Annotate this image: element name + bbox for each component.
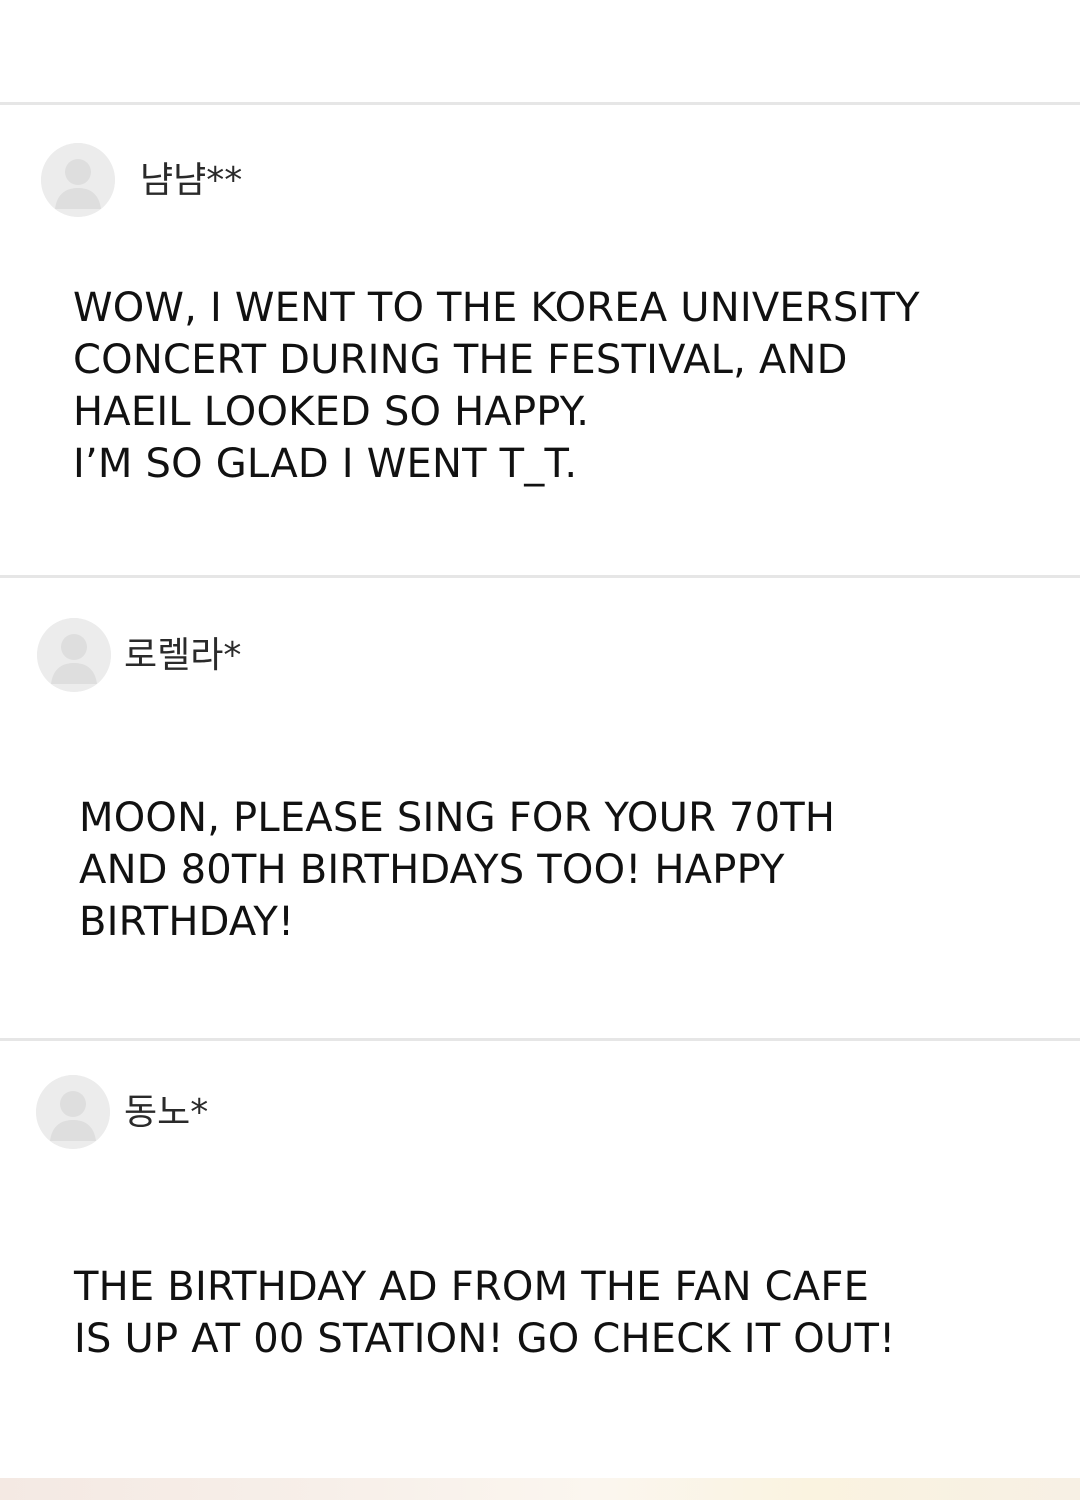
comment-username[interactable]: 냠냠** — [140, 161, 242, 201]
comment-item: 로렐라* MOON, PLEASE SING FOR YOUR 70TH AND… — [0, 578, 1080, 1038]
comment-item: 냠냠** WOW, I WENT TO THE KOREA UNIVERSITY… — [0, 105, 1080, 575]
user-avatar-icon[interactable] — [41, 143, 115, 217]
comment-text: THE BIRTHDAY AD FROM THE FAN CAFE IS UP … — [74, 1264, 896, 1362]
comment-username[interactable]: 로렐라* — [124, 636, 241, 676]
user-avatar-icon[interactable] — [37, 618, 111, 692]
comment-text: WOW, I WENT TO THE KOREA UNIVERSITY CONC… — [73, 285, 920, 487]
user-avatar-icon-graphic — [37, 618, 111, 692]
comment-text: MOON, PLEASE SING FOR YOUR 70TH AND 80TH… — [79, 795, 836, 945]
comment-username[interactable]: 동노* — [124, 1093, 208, 1133]
comment-item: 동노* THE BIRTHDAY AD FROM THE FAN CAFE IS… — [0, 1041, 1080, 1478]
user-avatar-icon-graphic — [41, 143, 115, 217]
user-avatar-icon-graphic — [36, 1075, 110, 1149]
next-image-preview — [0, 1478, 1080, 1500]
user-avatar-icon[interactable] — [36, 1075, 110, 1149]
